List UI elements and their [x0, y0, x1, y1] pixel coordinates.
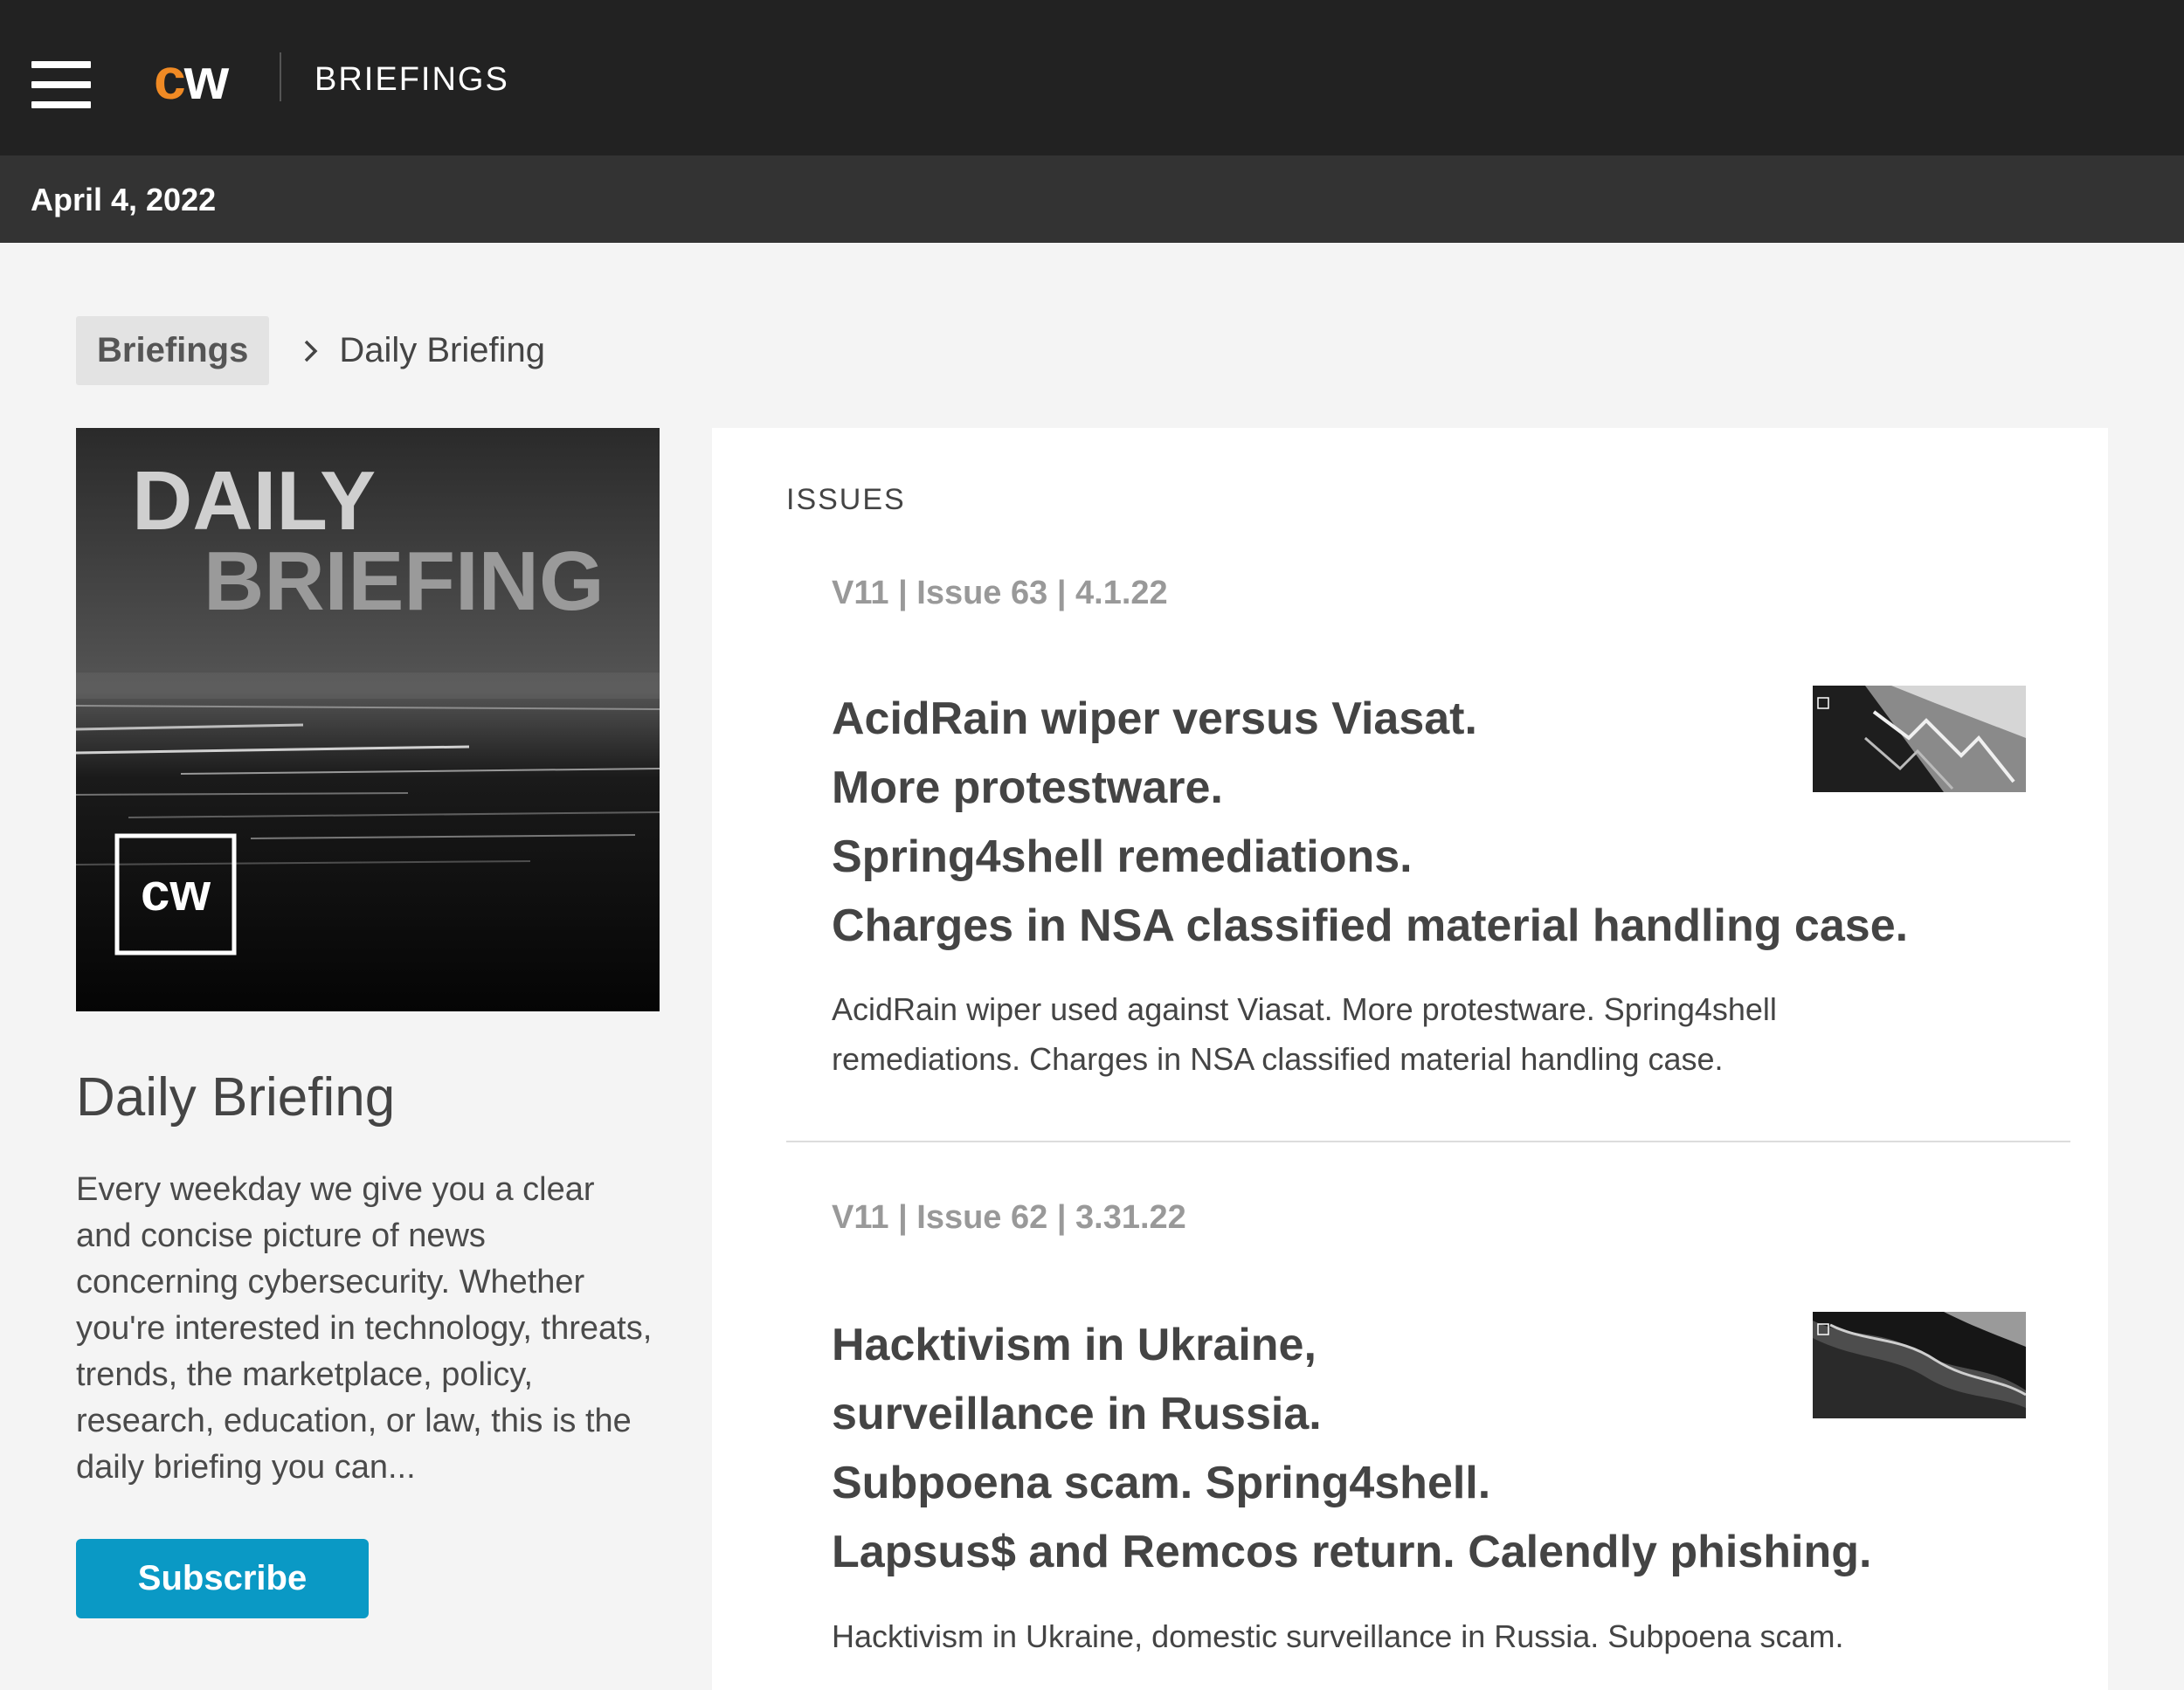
cover-title-line2: BRIEFING: [204, 535, 605, 628]
issue-meta: V11 | Issue 63 | 4.1.22: [832, 575, 1168, 611]
subscribe-button[interactable]: Subscribe: [76, 1539, 369, 1618]
cw-logo[interactable]: cw: [154, 46, 229, 111]
issue-meta: V11 | Issue 62 | 3.31.22: [832, 1199, 1186, 1236]
header-divider: [280, 52, 281, 101]
issues-panel: ISSUES V11 | Issue 63 | 4.1.22 AcidRain …: [712, 428, 2108, 1690]
current-date: April 4, 2022: [31, 182, 217, 217]
issue-summary: Hacktivism in Ukraine, domestic surveill…: [832, 1618, 1844, 1654]
date-bar: April 4, 2022: [0, 155, 2184, 243]
breadcrumb-briefings-link[interactable]: Briefings: [76, 316, 270, 385]
sidebar-description: Every weekday we give you a clear and co…: [76, 1171, 653, 1486]
cover-title-line1: DAILY: [132, 454, 376, 548]
headline-line: Charges in NSA classified material handl…: [832, 900, 1909, 951]
cover-badge-text: cw: [141, 863, 211, 921]
daily-briefing-cover-image: DAILY BRIEFING cw: [76, 428, 660, 1011]
breadcrumb-current: Daily Briefing: [339, 331, 546, 369]
sidebar-title: Daily Briefing: [76, 1067, 396, 1128]
issues-heading: ISSUES: [786, 483, 906, 516]
headline-line: Subpoena scam. Spring4shell.: [832, 1458, 1491, 1508]
issue-divider: [786, 1141, 2070, 1142]
issue-thumbnail[interactable]: [1813, 1312, 2026, 1418]
issue-summary: AcidRain wiper used against Viasat. More…: [832, 991, 1777, 1077]
issue-thumbnail[interactable]: [1813, 686, 2026, 792]
section-title[interactable]: BRIEFINGS: [314, 59, 509, 100]
headline-line: Lapsus$ and Remcos return. Calendly phis…: [832, 1527, 1872, 1577]
chevron-right-icon: [305, 340, 318, 362]
breadcrumb: Briefings Daily Briefing: [76, 316, 545, 385]
logo-letter-w: w: [183, 46, 229, 111]
top-header: cw BRIEFINGS: [0, 0, 2184, 155]
logo-letter-c: c: [154, 46, 186, 111]
hamburger-menu-icon[interactable]: [31, 61, 91, 108]
headline-line: Spring4shell remediations.: [832, 831, 1413, 882]
